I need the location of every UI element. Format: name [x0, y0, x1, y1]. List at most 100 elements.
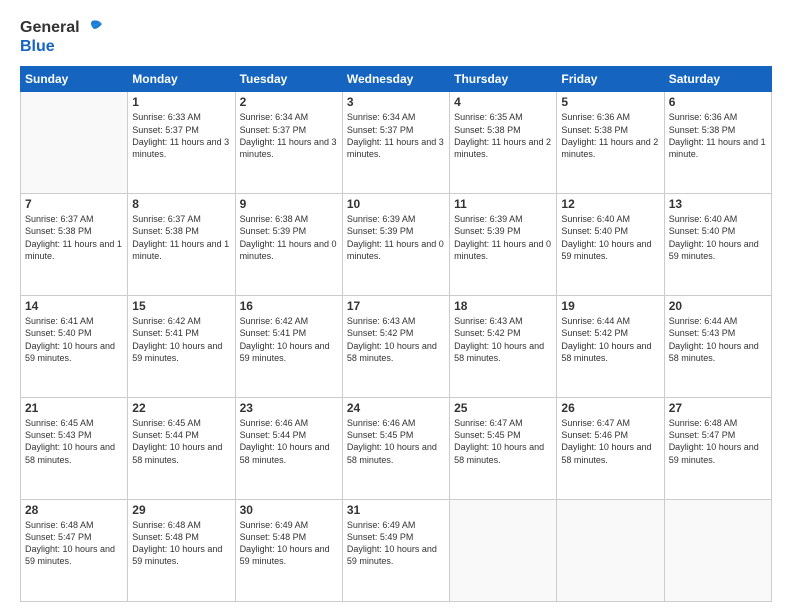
week-row-0: 1 Sunrise: 6:33 AMSunset: 5:37 PMDaylight…: [21, 92, 772, 194]
calendar-cell: 26 Sunrise: 6:47 AMSunset: 5:46 PMDayligh…: [557, 398, 664, 500]
day-number: 15: [132, 299, 230, 313]
calendar-cell: [450, 500, 557, 602]
day-number: 13: [669, 197, 767, 211]
day-number: 10: [347, 197, 445, 211]
cell-info: Sunrise: 6:42 AMSunset: 5:41 PMDaylight:…: [240, 315, 338, 364]
week-row-3: 21 Sunrise: 6:45 AMSunset: 5:43 PMDayligh…: [21, 398, 772, 500]
weekday-header-saturday: Saturday: [664, 67, 771, 92]
cell-info: Sunrise: 6:48 AMSunset: 5:47 PMDaylight:…: [25, 519, 123, 568]
day-number: 14: [25, 299, 123, 313]
calendar-cell: [664, 500, 771, 602]
page: General Blue SundayMondayTuesdayWednesda…: [0, 0, 792, 612]
calendar-cell: 17 Sunrise: 6:43 AMSunset: 5:42 PMDayligh…: [342, 296, 449, 398]
calendar-cell: 23 Sunrise: 6:46 AMSunset: 5:44 PMDayligh…: [235, 398, 342, 500]
calendar-cell: 12 Sunrise: 6:40 AMSunset: 5:40 PMDayligh…: [557, 194, 664, 296]
cell-info: Sunrise: 6:49 AMSunset: 5:49 PMDaylight:…: [347, 519, 445, 568]
calendar-cell: 15 Sunrise: 6:42 AMSunset: 5:41 PMDayligh…: [128, 296, 235, 398]
cell-info: Sunrise: 6:45 AMSunset: 5:44 PMDaylight:…: [132, 417, 230, 466]
calendar-cell: 18Sunrise: 6:43 AMSunset: 5:42 PMDayligh…: [450, 296, 557, 398]
cell-info: Sunrise: 6:40 AMSunset: 5:40 PMDaylight:…: [669, 213, 767, 262]
day-number: 28: [25, 503, 123, 517]
calendar-cell: 24Sunrise: 6:46 AMSunset: 5:45 PMDayligh…: [342, 398, 449, 500]
calendar-cell: 4 Sunrise: 6:35 AMSunset: 5:38 PMDaylight…: [450, 92, 557, 194]
cell-info: Sunrise: 6:41 AMSunset: 5:40 PMDaylight:…: [25, 315, 123, 364]
cell-info: Sunrise: 6:40 AMSunset: 5:40 PMDaylight:…: [561, 213, 659, 262]
calendar-cell: 3 Sunrise: 6:34 AMSunset: 5:37 PMDaylight…: [342, 92, 449, 194]
weekday-header-thursday: Thursday: [450, 67, 557, 92]
day-number: 6: [669, 95, 767, 109]
week-row-2: 14 Sunrise: 6:41 AMSunset: 5:40 PMDayligh…: [21, 296, 772, 398]
cell-info: Sunrise: 6:44 AMSunset: 5:42 PMDaylight:…: [561, 315, 659, 364]
cell-info: Sunrise: 6:46 AMSunset: 5:44 PMDaylight:…: [240, 417, 338, 466]
weekday-header-sunday: Sunday: [21, 67, 128, 92]
calendar-cell: 1 Sunrise: 6:33 AMSunset: 5:37 PMDaylight…: [128, 92, 235, 194]
cell-info: Sunrise: 6:45 AMSunset: 5:43 PMDaylight:…: [25, 417, 123, 466]
cell-info: Sunrise: 6:49 AMSunset: 5:48 PMDaylight:…: [240, 519, 338, 568]
day-number: 9: [240, 197, 338, 211]
header: General Blue: [20, 18, 772, 56]
calendar-cell: 21 Sunrise: 6:45 AMSunset: 5:43 PMDayligh…: [21, 398, 128, 500]
day-number: 20: [669, 299, 767, 313]
cell-info: Sunrise: 6:48 AMSunset: 5:48 PMDaylight:…: [132, 519, 230, 568]
weekday-header-tuesday: Tuesday: [235, 67, 342, 92]
day-number: 5: [561, 95, 659, 109]
calendar-cell: [21, 92, 128, 194]
calendar-cell: 5 Sunrise: 6:36 AMSunset: 5:38 PMDaylight…: [557, 92, 664, 194]
day-number: 18: [454, 299, 552, 313]
day-number: 1: [132, 95, 230, 109]
day-number: 26: [561, 401, 659, 415]
day-number: 21: [25, 401, 123, 415]
day-number: 30: [240, 503, 338, 517]
calendar-cell: 31 Sunrise: 6:49 AMSunset: 5:49 PMDayligh…: [342, 500, 449, 602]
logo: General Blue: [20, 18, 104, 56]
calendar-cell: 9Sunrise: 6:38 AMSunset: 5:39 PMDaylight…: [235, 194, 342, 296]
day-number: 25: [454, 401, 552, 415]
calendar-cell: 10 Sunrise: 6:39 AMSunset: 5:39 PMDayligh…: [342, 194, 449, 296]
cell-info: Sunrise: 6:47 AMSunset: 5:46 PMDaylight:…: [561, 417, 659, 466]
cell-info: Sunrise: 6:33 AMSunset: 5:37 PMDaylight:…: [132, 111, 230, 160]
day-number: 27: [669, 401, 767, 415]
cell-info: Sunrise: 6:48 AMSunset: 5:47 PMDaylight:…: [669, 417, 767, 466]
week-row-1: 7Sunrise: 6:37 AMSunset: 5:38 PMDaylight…: [21, 194, 772, 296]
calendar-cell: 20Sunrise: 6:44 AMSunset: 5:43 PMDayligh…: [664, 296, 771, 398]
calendar-cell: 13 Sunrise: 6:40 AMSunset: 5:40 PMDayligh…: [664, 194, 771, 296]
cell-info: Sunrise: 6:43 AMSunset: 5:42 PMDaylight:…: [347, 315, 445, 364]
calendar-cell: [557, 500, 664, 602]
calendar-cell: 8Sunrise: 6:37 AMSunset: 5:38 PMDaylight…: [128, 194, 235, 296]
calendar-cell: 14 Sunrise: 6:41 AMSunset: 5:40 PMDayligh…: [21, 296, 128, 398]
calendar-cell: 22Sunrise: 6:45 AMSunset: 5:44 PMDayligh…: [128, 398, 235, 500]
logo-general-text: General: [20, 18, 80, 37]
cell-info: Sunrise: 6:37 AMSunset: 5:38 PMDaylight:…: [25, 213, 123, 262]
day-number: 11: [454, 197, 552, 211]
cell-info: Sunrise: 6:39 AMSunset: 5:39 PMDaylight:…: [454, 213, 552, 262]
calendar-cell: 6 Sunrise: 6:36 AMSunset: 5:38 PMDaylight…: [664, 92, 771, 194]
cell-info: Sunrise: 6:39 AMSunset: 5:39 PMDaylight:…: [347, 213, 445, 262]
cell-info: Sunrise: 6:34 AMSunset: 5:37 PMDaylight:…: [347, 111, 445, 160]
day-number: 23: [240, 401, 338, 415]
calendar-cell: 28 Sunrise: 6:48 AMSunset: 5:47 PMDayligh…: [21, 500, 128, 602]
day-number: 4: [454, 95, 552, 109]
cell-info: Sunrise: 6:35 AMSunset: 5:38 PMDaylight:…: [454, 111, 552, 160]
calendar-cell: 27 Sunrise: 6:48 AMSunset: 5:47 PMDayligh…: [664, 398, 771, 500]
calendar-cell: 29Sunrise: 6:48 AMSunset: 5:48 PMDayligh…: [128, 500, 235, 602]
cell-info: Sunrise: 6:36 AMSunset: 5:38 PMDaylight:…: [561, 111, 659, 160]
calendar-cell: 11 Sunrise: 6:39 AMSunset: 5:39 PMDayligh…: [450, 194, 557, 296]
calendar-cell: 16Sunrise: 6:42 AMSunset: 5:41 PMDayligh…: [235, 296, 342, 398]
calendar-cell: 19 Sunrise: 6:44 AMSunset: 5:42 PMDayligh…: [557, 296, 664, 398]
weekday-header-wednesday: Wednesday: [342, 67, 449, 92]
week-row-4: 28 Sunrise: 6:48 AMSunset: 5:47 PMDayligh…: [21, 500, 772, 602]
cell-info: Sunrise: 6:47 AMSunset: 5:45 PMDaylight:…: [454, 417, 552, 466]
day-number: 17: [347, 299, 445, 313]
calendar-cell: 25 Sunrise: 6:47 AMSunset: 5:45 PMDayligh…: [450, 398, 557, 500]
cell-info: Sunrise: 6:42 AMSunset: 5:41 PMDaylight:…: [132, 315, 230, 364]
day-number: 31: [347, 503, 445, 517]
day-number: 19: [561, 299, 659, 313]
calendar-table: SundayMondayTuesdayWednesdayThursdayFrid…: [20, 66, 772, 602]
logo-container: General Blue: [20, 18, 104, 56]
day-number: 2: [240, 95, 338, 109]
logo-blue-text: Blue: [20, 37, 55, 56]
cell-info: Sunrise: 6:36 AMSunset: 5:38 PMDaylight:…: [669, 111, 767, 160]
cell-info: Sunrise: 6:37 AMSunset: 5:38 PMDaylight:…: [132, 213, 230, 262]
day-number: 12: [561, 197, 659, 211]
day-number: 3: [347, 95, 445, 109]
